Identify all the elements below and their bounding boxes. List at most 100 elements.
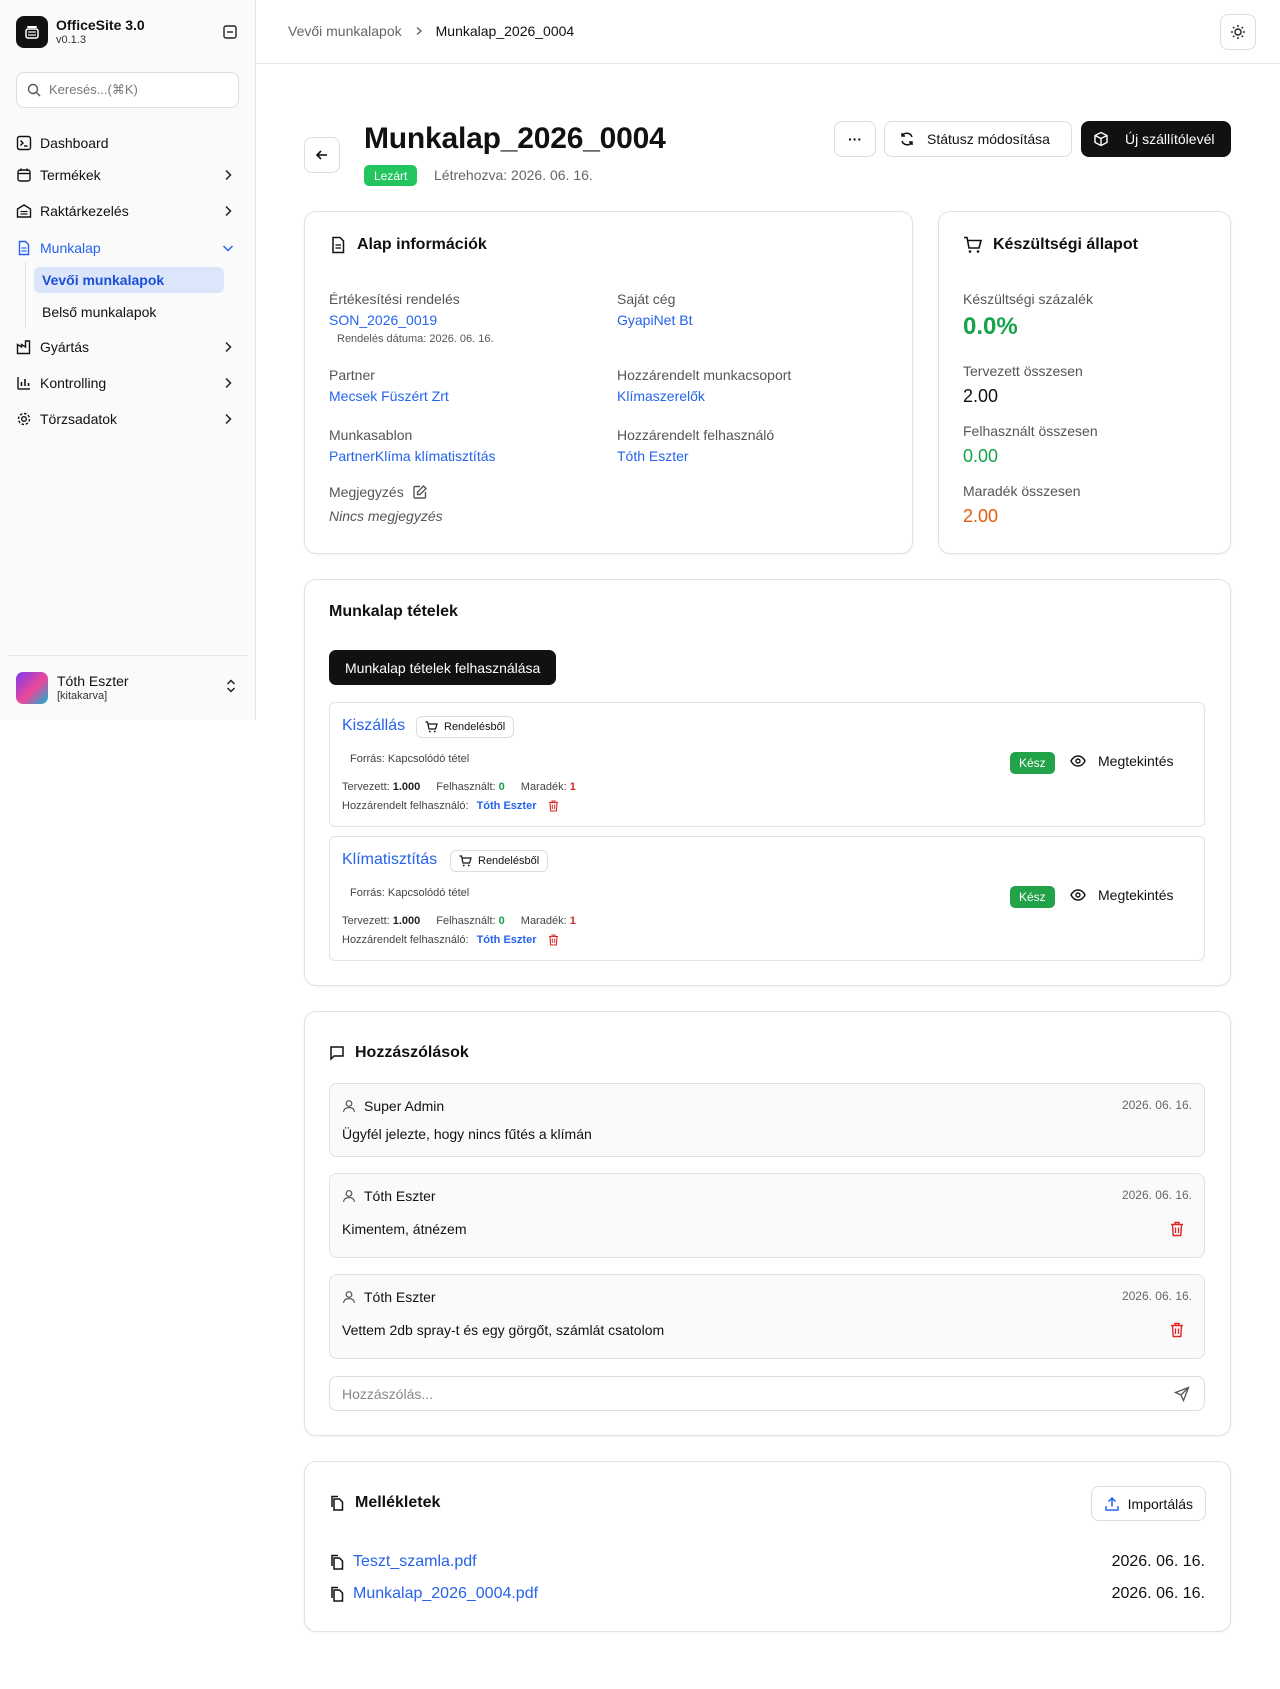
used-qty: 0 bbox=[498, 781, 505, 793]
view-item-button[interactable]: Megtekintés bbox=[1070, 753, 1173, 769]
chevron-right-icon bbox=[220, 375, 236, 394]
item-quantities: Tervezett: 1.000 Felhasznált: 0 Maradék:… bbox=[342, 781, 576, 793]
avatar bbox=[16, 672, 48, 704]
delete-comment-icon[interactable] bbox=[1170, 1322, 1184, 1338]
sidebar-item-label: Munkalap bbox=[40, 240, 101, 256]
sidebar-item-worksheet[interactable]: Munkalap bbox=[16, 236, 240, 260]
sales-order-link[interactable]: SON_2026_0019 bbox=[329, 312, 437, 328]
divider bbox=[8, 655, 248, 656]
template-link[interactable]: PartnerKlíma klímatisztítás bbox=[329, 448, 496, 464]
worksheet-item: Kiszállás Rendelésből Forrás: Kapcsolódó… bbox=[329, 702, 1205, 827]
comment-placeholder: Hozzászólás... bbox=[342, 1385, 434, 1402]
sidebar-item-label: Gyártás bbox=[40, 339, 90, 355]
warehouse-icon bbox=[16, 203, 32, 219]
app-version: v0.1.3 bbox=[56, 34, 86, 46]
item-name-link[interactable]: Kiszállás bbox=[342, 717, 405, 735]
chevron-up-down-icon[interactable] bbox=[224, 678, 238, 697]
new-delivery-note-label: Új szállítólevél bbox=[1125, 131, 1215, 147]
user-menu[interactable]: Tóth Eszter [kitakarva] bbox=[16, 672, 129, 704]
planned-value: 2.00 bbox=[963, 386, 999, 406]
sidebar-subitem-customer-worksheets[interactable]: Vevői munkalapok bbox=[34, 267, 224, 293]
arrow-left-icon bbox=[315, 148, 329, 162]
sidebar-toggle-icon[interactable] bbox=[220, 22, 240, 42]
worksheet-items-card: Munkalap tételek Munkalap tételek felhas… bbox=[304, 579, 1231, 986]
note-label-row: Megjegyzés bbox=[329, 484, 428, 500]
theme-toggle-button[interactable] bbox=[1220, 14, 1256, 50]
files-icon bbox=[329, 1554, 345, 1570]
view-item-button[interactable]: Megtekintés bbox=[1070, 887, 1173, 903]
message-square-icon bbox=[329, 1045, 345, 1061]
workgroup-link[interactable]: Klímaszerelők bbox=[617, 388, 705, 404]
trash-icon[interactable] bbox=[548, 800, 559, 812]
chevron-right-icon bbox=[220, 203, 236, 222]
use-items-button[interactable]: Munkalap tételek felhasználása bbox=[329, 650, 557, 685]
items-title: Munkalap tételek bbox=[329, 603, 458, 620]
user-name: Tóth Eszter bbox=[57, 673, 129, 689]
assigned-user-link[interactable]: Tóth Eszter bbox=[477, 934, 537, 946]
used-value: 0.00 bbox=[963, 446, 999, 466]
percent-label: Készültségi százalék bbox=[963, 291, 1093, 307]
user-icon bbox=[342, 1099, 356, 1113]
attachment-row: Teszt_szamla.pdf 2026. 06. 16. bbox=[329, 1551, 1205, 1573]
breadcrumb-parent[interactable]: Vevői munkalapok bbox=[288, 23, 402, 39]
import-button[interactable]: Importálás bbox=[1090, 1486, 1206, 1521]
package-icon bbox=[1093, 131, 1109, 147]
item-name-link[interactable]: Klímatisztítás bbox=[342, 851, 437, 869]
progress-card: Készültségi állapot Készültségi százalék… bbox=[938, 211, 1231, 554]
sidebar-item-label: Dashboard bbox=[40, 135, 109, 151]
sidebar-item-label: Törzsadatok bbox=[40, 411, 118, 427]
attachment-link[interactable]: Teszt_szamla.pdf bbox=[353, 1553, 477, 1571]
send-icon[interactable] bbox=[1174, 1386, 1190, 1402]
attachment-row: Munkalap_2026_0004.pdf 2026. 06. 16. bbox=[329, 1583, 1205, 1605]
created-date: Létrehozva: 2026. 06. 16. bbox=[434, 167, 593, 183]
back-button[interactable] bbox=[304, 137, 340, 173]
note-value: Nincs megjegyzés bbox=[329, 508, 443, 524]
chevron-down-icon bbox=[220, 240, 236, 259]
comment-text: Kimentem, átnézem bbox=[342, 1221, 467, 1237]
workgroup-label: Hozzárendelt munkacsoport bbox=[617, 367, 792, 383]
eye-icon bbox=[1070, 889, 1086, 901]
assigned-user-link[interactable]: Tóth Eszter bbox=[617, 448, 689, 464]
delete-comment-icon[interactable] bbox=[1170, 1221, 1184, 1237]
search-icon bbox=[27, 83, 41, 97]
sidebar: OfficeSite 3.0 v0.1.3 Keresés...(⌘K) Das… bbox=[0, 0, 256, 720]
sidebar-item-controlling[interactable]: Kontrolling bbox=[16, 371, 240, 395]
sales-order-label: Értékesítési rendelés bbox=[329, 291, 460, 307]
brand[interactable]: OfficeSite 3.0 v0.1.3 bbox=[16, 16, 145, 48]
calendar-box-icon bbox=[16, 167, 32, 183]
progress-title: Készültségi állapot bbox=[963, 236, 1138, 254]
chevron-right-icon bbox=[220, 167, 236, 186]
assigned-user-link[interactable]: Tóth Eszter bbox=[477, 800, 537, 812]
item-quantities: Tervezett: 1.000 Felhasznált: 0 Maradék:… bbox=[342, 915, 576, 927]
attachment-link[interactable]: Munkalap_2026_0004.pdf bbox=[353, 1585, 538, 1603]
comment-author: Tóth Eszter bbox=[342, 1289, 436, 1305]
gear-icon bbox=[16, 411, 32, 427]
partner-link[interactable]: Mecsek Füszért Zrt bbox=[329, 388, 449, 404]
comment-text: Vettem 2db spray-t és egy görgőt, számlá… bbox=[342, 1322, 665, 1338]
comment-input[interactable]: Hozzászólás... bbox=[329, 1376, 1205, 1411]
basic-info-title: Alap információk bbox=[329, 236, 487, 254]
sidebar-item-dashboard[interactable]: Dashboard bbox=[16, 131, 240, 155]
new-delivery-note-button[interactable]: Új szállítólevél bbox=[1081, 121, 1231, 157]
sidebar-item-master-data[interactable]: Törzsadatok bbox=[16, 407, 240, 431]
note-label: Megjegyzés bbox=[329, 484, 404, 500]
item-assigned-user: Hozzárendelt felhasználó: Tóth Eszter bbox=[342, 934, 559, 946]
remaining-value: 2.00 bbox=[963, 506, 999, 526]
remaining-label: Maradék összesen bbox=[963, 483, 1081, 499]
trash-icon[interactable] bbox=[548, 934, 559, 946]
basic-info-card: Alap információk Értékesítési rendelés S… bbox=[304, 211, 913, 554]
sidebar-item-warehouse[interactable]: Raktárkezelés bbox=[16, 199, 240, 223]
search-input[interactable]: Keresés...(⌘K) bbox=[16, 72, 239, 108]
edit-icon[interactable] bbox=[412, 484, 428, 500]
remaining-qty: 1 bbox=[569, 915, 576, 927]
app-name: OfficeSite 3.0 bbox=[56, 17, 145, 33]
terminal-icon bbox=[16, 135, 32, 151]
status-change-button[interactable]: Státusz módosítása bbox=[884, 121, 1072, 157]
user-role: [kitakarva] bbox=[57, 690, 108, 702]
own-company-link[interactable]: GyapiNet Bt bbox=[617, 312, 692, 328]
sidebar-item-products[interactable]: Termékek bbox=[16, 163, 240, 187]
assigned-user-label: Hozzárendelt felhasználó bbox=[617, 427, 775, 443]
more-actions-button[interactable]: ··· bbox=[834, 121, 876, 157]
sidebar-subitem-internal-worksheets[interactable]: Belső munkalapok bbox=[34, 299, 224, 325]
sidebar-item-production[interactable]: Gyártás bbox=[16, 335, 240, 359]
